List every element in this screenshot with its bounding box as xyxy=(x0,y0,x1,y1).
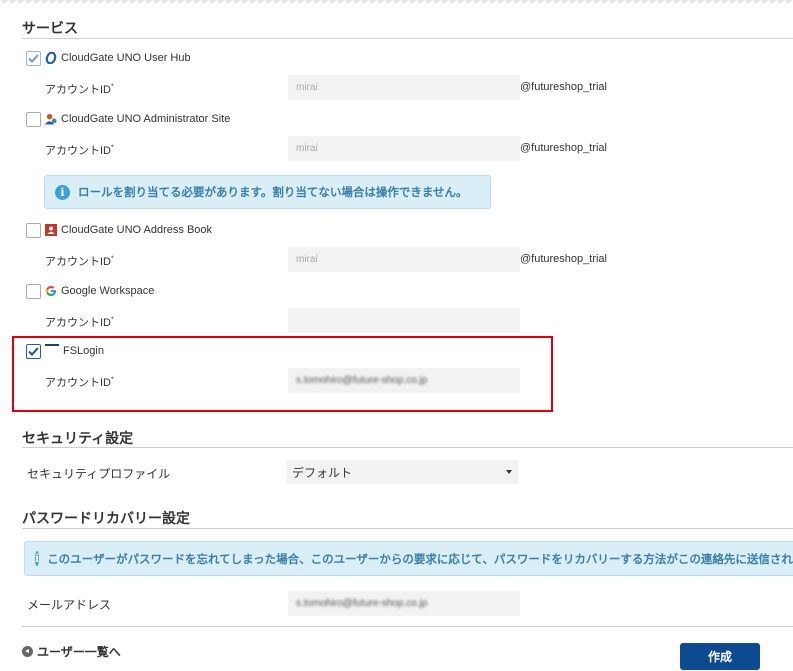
back-arrow-icon xyxy=(22,646,33,657)
email-input[interactable]: s.tomohiro@future-shop.co.jp xyxy=(288,591,520,616)
role-required-notice: i ロールを割り当てる必要があります。割り当てない場合は操作できません。 xyxy=(44,175,491,209)
email-label: メールアドレス xyxy=(27,598,112,612)
account-domain-suffix: @futureshop_trial xyxy=(520,81,607,93)
section-divider xyxy=(22,38,793,39)
service-row-google: Google Workspace xyxy=(26,283,154,299)
service-name: Google Workspace xyxy=(61,285,155,297)
torn-edge-decoration xyxy=(0,0,793,6)
section-divider xyxy=(22,447,793,448)
service-name: CloudGate UNO Address Book xyxy=(61,224,213,236)
services-section-title: サービス xyxy=(22,20,78,36)
admin-checkbox[interactable] xyxy=(26,111,41,127)
cloudgate-userhub-icon xyxy=(45,52,57,64)
password-recovery-notice: i このユーザーがパスワードを忘れてしまった場合、このユーザーからの要求に応じて… xyxy=(24,541,793,576)
service-row-admin: CloudGate UNO Administrator Site xyxy=(26,111,230,127)
security-profile-select[interactable]: デフォルト xyxy=(286,460,518,484)
info-icon: i xyxy=(55,184,70,200)
addressbook-account-input[interactable]: mirai xyxy=(288,247,520,272)
userhub-checkbox[interactable] xyxy=(26,50,41,66)
security-profile-value: デフォルト xyxy=(292,465,353,480)
section-divider xyxy=(22,528,793,529)
password-notice-text: このユーザーがパスワードを忘れてしまった場合、このユーザーからの要求に応じて、パ… xyxy=(47,553,793,566)
dropdown-arrow-icon xyxy=(506,470,512,474)
back-link-label: ユーザー一覧へ xyxy=(37,645,121,659)
create-button[interactable]: 作成 xyxy=(680,643,760,670)
google-icon xyxy=(45,285,57,297)
security-profile-label: セキュリティプロファイル xyxy=(27,467,171,481)
service-row-userhub: CloudGate UNO User Hub xyxy=(26,50,191,66)
account-id-label: アカウントID* xyxy=(45,83,114,96)
account-id-label: アカウントID* xyxy=(45,255,114,268)
security-section-title: セキュリティ設定 xyxy=(22,430,134,446)
google-checkbox[interactable] xyxy=(26,283,41,299)
password-section-title: パスワードリカバリー設定 xyxy=(22,510,190,526)
admin-account-input[interactable]: mirai xyxy=(288,136,520,161)
section-divider xyxy=(22,626,793,627)
userhub-account-input[interactable]: mirai xyxy=(288,75,520,100)
google-account-input[interactable] xyxy=(288,308,520,333)
back-to-user-list-link[interactable]: ユーザー一覧へ xyxy=(22,643,121,660)
email-value: s.tomohiro@future-shop.co.jp xyxy=(296,598,428,609)
service-row-addressbook: CloudGate UNO Address Book xyxy=(26,222,212,238)
account-id-label: アカウントID* xyxy=(45,144,114,157)
account-domain-suffix: @futureshop_trial xyxy=(520,142,607,154)
highlight-box xyxy=(12,336,553,412)
addressbook-checkbox[interactable] xyxy=(26,222,41,238)
role-notice-text: ロールを割り当てる必要があります。割り当てない場合は操作できません。 xyxy=(78,187,468,199)
info-icon: i xyxy=(35,551,40,566)
account-domain-suffix: @futureshop_trial xyxy=(520,253,607,265)
address-book-icon xyxy=(45,224,57,236)
check-icon xyxy=(28,53,39,63)
service-name: CloudGate UNO Administrator Site xyxy=(61,113,231,125)
account-id-label: アカウントID* xyxy=(45,316,114,329)
service-name: CloudGate UNO User Hub xyxy=(61,52,191,64)
admin-user-icon xyxy=(45,113,57,125)
